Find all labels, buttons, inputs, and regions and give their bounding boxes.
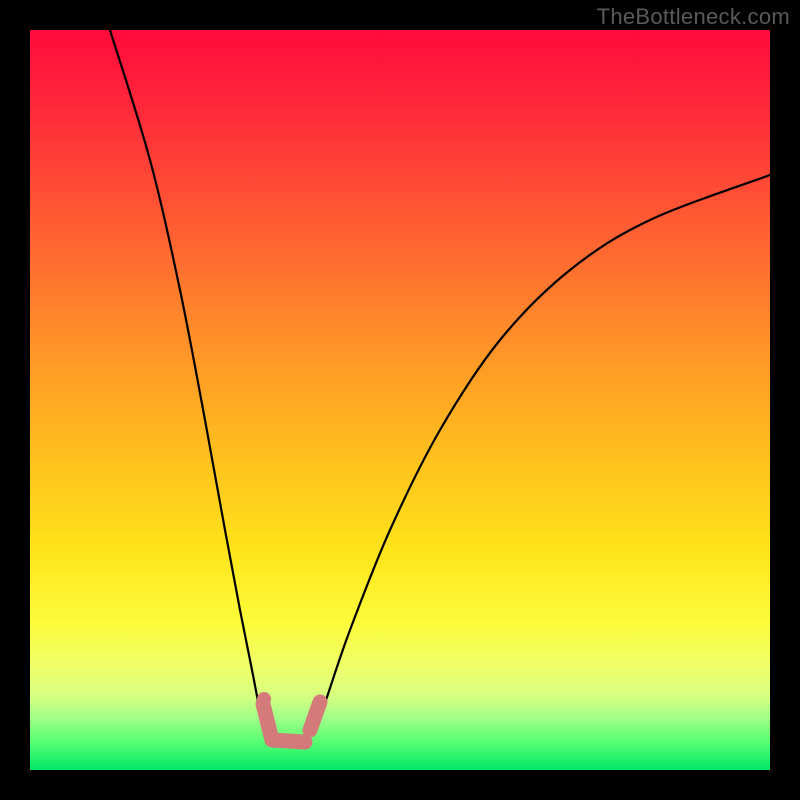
highlight-knob — [257, 692, 271, 706]
bottleneck-curve — [110, 30, 770, 742]
highlight-segment-1 — [272, 740, 305, 742]
highlight-segment-2 — [310, 702, 320, 730]
plot-svg — [30, 30, 770, 770]
chart-root: TheBottleneck.com — [0, 0, 800, 800]
attribution-text: TheBottleneck.com — [597, 4, 790, 30]
highlight-group — [263, 702, 320, 742]
plot-area — [30, 30, 770, 770]
